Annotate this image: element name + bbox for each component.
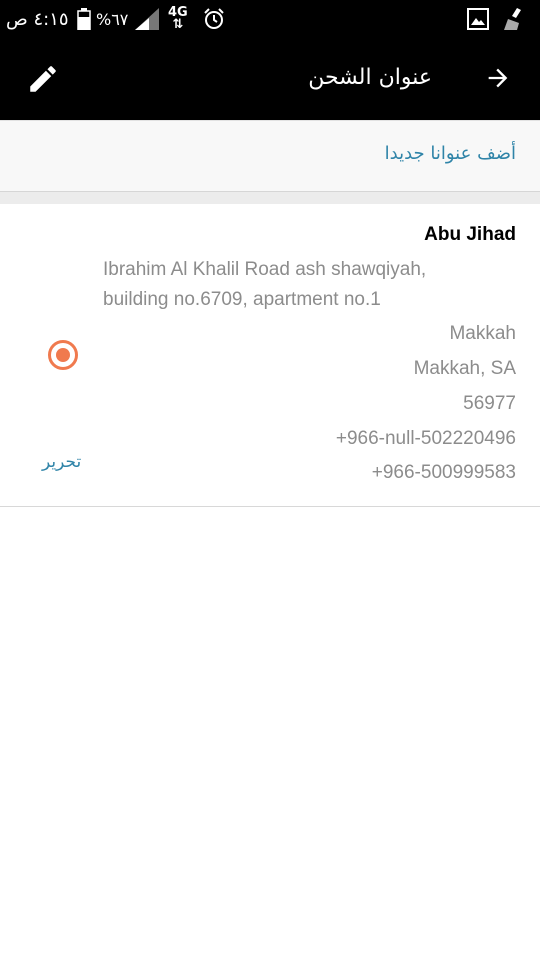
add-address-row[interactable]: أضف عنوانا جديدا bbox=[0, 120, 540, 192]
divider bbox=[0, 192, 540, 204]
address-street-line2: building no.6709, apartment no.1 bbox=[103, 289, 381, 310]
address-phone1: +966-null-502220496 bbox=[335, 428, 516, 449]
address-card[interactable]: Abu Jihad Ibrahim Al Khalil Road ash sha… bbox=[0, 204, 540, 507]
address-region: Makkah, SA bbox=[413, 358, 516, 379]
battery-percent: %٦٧ bbox=[96, 9, 129, 29]
edit-address-link[interactable]: تحرير bbox=[42, 452, 81, 472]
status-time: ٤:١٥ ص bbox=[6, 8, 69, 30]
battery-icon bbox=[77, 0, 91, 38]
arrow-right-icon[interactable] bbox=[484, 64, 512, 92]
network-indicator: 4G ⇅ bbox=[168, 0, 188, 38]
signal-icon bbox=[135, 0, 159, 38]
alarm-icon bbox=[202, 0, 226, 38]
address-city: Makkah bbox=[449, 323, 516, 344]
gallery-icon bbox=[467, 0, 489, 38]
address-postal-code: 56977 bbox=[463, 393, 516, 414]
status-bar: ٤:١٥ ص %٦٧ 4G ⇅ bbox=[0, 0, 540, 38]
page-title: عنوان الشحن bbox=[308, 65, 432, 90]
add-address-link[interactable]: أضف عنوانا جديدا bbox=[385, 143, 516, 164]
clean-icon bbox=[500, 0, 526, 38]
address-name: Abu Jihad bbox=[424, 224, 516, 245]
radio-selected-dot bbox=[56, 348, 70, 362]
pencil-icon[interactable] bbox=[26, 62, 60, 96]
address-select-radio[interactable] bbox=[48, 340, 78, 370]
data-arrows-icon: ⇅ bbox=[172, 17, 184, 32]
app-bar: عنوان الشحن bbox=[0, 38, 540, 120]
address-phone2: +966-500999583 bbox=[371, 462, 516, 483]
address-street-line1: Ibrahim Al Khalil Road ash shawqiyah, bbox=[103, 259, 427, 280]
